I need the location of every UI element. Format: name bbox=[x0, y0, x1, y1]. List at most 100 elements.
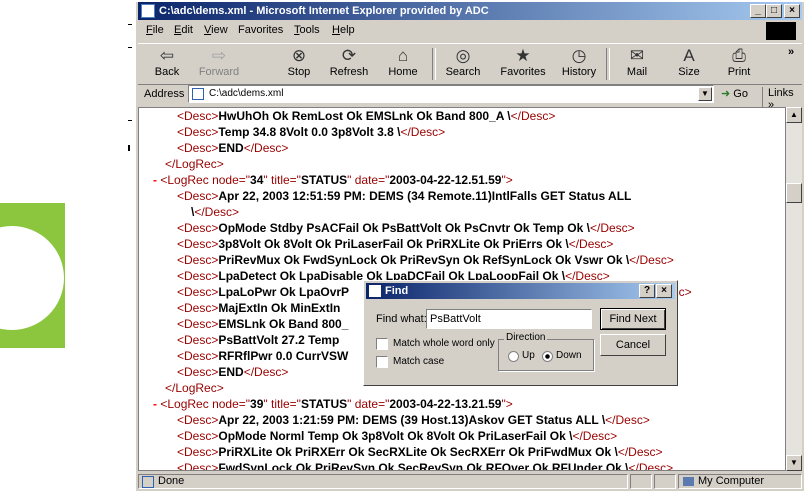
xml-line: - <LogRec node="39" title="STATUS" date=… bbox=[153, 397, 513, 411]
minimize-button[interactable]: _ bbox=[750, 4, 766, 18]
favorites-icon: ★ bbox=[515, 46, 531, 65]
zone-panel: My Computer bbox=[678, 474, 802, 489]
title-bar[interactable]: C:\adc\dems.xml - Microsoft Internet Exp… bbox=[138, 2, 802, 20]
decor-tick bbox=[128, 145, 130, 151]
window-title: C:\adc\dems.xml - Microsoft Internet Exp… bbox=[159, 5, 489, 17]
menu-view[interactable]: View bbox=[204, 24, 228, 36]
printer-icon: ⎙ bbox=[732, 46, 746, 65]
status-text-panel: Done bbox=[138, 474, 628, 489]
xml-line: - <LogRec node="34" title="STATUS" date=… bbox=[153, 173, 513, 187]
mail-icon: ✉ bbox=[629, 46, 645, 65]
maximize-button[interactable]: □ bbox=[766, 4, 782, 18]
direction-down-radio[interactable] bbox=[542, 351, 553, 362]
xml-line: <Desc>LpaLoPwr Ok LpaOvrP</Desc> bbox=[177, 285, 692, 299]
address-value: C:\adc\dems.xml bbox=[209, 88, 284, 99]
page-done-icon bbox=[142, 476, 154, 488]
menu-bar: File Edit View Favorites Tools Help bbox=[138, 21, 802, 41]
history-icon: ◷ bbox=[571, 46, 587, 65]
home-button[interactable]: ⌂ Home bbox=[378, 46, 428, 82]
collapse-toggle[interactable]: - bbox=[153, 173, 157, 187]
back-arrow-icon: ⇦ bbox=[159, 46, 175, 65]
xml-line: </LogRec> bbox=[165, 157, 224, 171]
xml-line: <Desc>END</Desc> bbox=[177, 141, 289, 155]
size-button[interactable]: A Size bbox=[664, 46, 714, 82]
ie-window: C:\adc\dems.xml - Microsoft Internet Exp… bbox=[136, 0, 804, 491]
scroll-up-icon[interactable]: ▲ bbox=[786, 107, 802, 123]
scroll-down-icon[interactable]: ▼ bbox=[786, 455, 802, 471]
xml-line: <Desc>HwUhOh Ok RemLost Ok EMSLnk Ok Ban… bbox=[177, 109, 556, 123]
refresh-icon: ⟳ bbox=[341, 46, 357, 65]
match-case-checkbox[interactable] bbox=[376, 356, 388, 368]
xml-line: <Desc>Apr 22, 2003 12:51:59 PM: DEMS (34… bbox=[177, 189, 632, 203]
xml-line: <Desc>FwdSynLock Ok PriRevSyn Ok SecRevS… bbox=[177, 461, 674, 471]
match-whole-word-checkbox[interactable] bbox=[376, 338, 388, 350]
xml-line: <Desc>OpMode Norml Temp Ok 3p8Volt Ok 8V… bbox=[177, 429, 618, 443]
address-input[interactable]: C:\adc\dems.xml ▼ bbox=[188, 85, 714, 103]
close-button[interactable]: × bbox=[784, 4, 800, 18]
text-size-icon: A bbox=[683, 46, 695, 65]
xml-line: <Desc>PriRXLite Ok PriRXErr Ok SecRXLite… bbox=[177, 445, 663, 459]
back-button[interactable]: ⇦ Back bbox=[142, 46, 192, 82]
direction-label: Direction bbox=[504, 332, 548, 343]
find-close-button[interactable]: × bbox=[656, 284, 672, 298]
direction-up-label: Up bbox=[522, 350, 535, 361]
toolbar: ⇦ Back ⇨ Forward ⊗ Stop ⟳ Refresh ⌂ Home ◎ Sea… bbox=[138, 43, 802, 85]
xml-line: <Desc>RFRflPwr 0.0 CurrVSW bbox=[177, 349, 349, 363]
ie-page-icon bbox=[141, 4, 155, 18]
decor-tick bbox=[128, 24, 132, 25]
find-icon bbox=[369, 285, 381, 297]
decor-tick bbox=[128, 120, 132, 121]
collapse-toggle[interactable]: - bbox=[153, 397, 157, 411]
address-bar: Address C:\adc\dems.xml ▼ ➜ Go Links » bbox=[138, 84, 802, 111]
menu-tools[interactable]: Tools bbox=[294, 24, 320, 36]
match-case-label: Match case bbox=[393, 356, 445, 367]
find-next-button[interactable]: Find Next bbox=[600, 308, 666, 330]
direction-up-radio[interactable] bbox=[508, 351, 519, 362]
find-what-input[interactable]: PsBattVolt bbox=[426, 309, 592, 329]
go-button[interactable]: ➜ Go bbox=[721, 87, 748, 100]
cancel-button[interactable]: Cancel bbox=[600, 334, 666, 356]
page-icon bbox=[192, 88, 204, 100]
xml-line: <Desc>END</Desc> bbox=[177, 365, 289, 379]
find-dialog: Find ? × Find what: PsBattVolt Find Next… bbox=[363, 280, 678, 386]
toolbar-separator bbox=[606, 48, 610, 80]
chevron-down-icon[interactable]: ▼ bbox=[698, 87, 712, 101]
computer-icon bbox=[683, 477, 694, 486]
decor-tick bbox=[128, 47, 132, 48]
help-button[interactable]: ? bbox=[639, 284, 655, 298]
stop-icon: ⊗ bbox=[291, 46, 307, 65]
xml-line: <Desc>Apr 22, 2003 1:21:59 PM: DEMS (39 … bbox=[177, 413, 650, 427]
xml-line: <Desc>OpMode Stdby PsACFail Ok PsBattVol… bbox=[177, 221, 635, 235]
find-title-bar[interactable]: Find ? × bbox=[366, 283, 675, 299]
forward-button[interactable]: ⇨ Forward bbox=[194, 46, 244, 82]
address-label: Address bbox=[144, 88, 185, 100]
search-button[interactable]: ◎ Search bbox=[438, 46, 488, 82]
go-arrow-icon: ➜ bbox=[721, 88, 731, 100]
toolbar-separator bbox=[432, 48, 436, 80]
menu-file[interactable]: File bbox=[146, 24, 164, 36]
toolbar-more-chevron[interactable]: » bbox=[788, 46, 794, 58]
status-panel bbox=[654, 474, 676, 489]
favorites-button[interactable]: ★ Favorites bbox=[494, 46, 552, 82]
menu-favorites[interactable]: Favorites bbox=[238, 24, 283, 36]
direction-down-label: Down bbox=[556, 350, 582, 361]
print-button[interactable]: ⎙ Print bbox=[714, 46, 764, 82]
vertical-scrollbar[interactable]: ▲ ▼ bbox=[786, 107, 802, 471]
menu-edit[interactable]: Edit bbox=[174, 24, 193, 36]
mail-button[interactable]: ✉ Mail bbox=[612, 46, 662, 82]
xml-line: <Desc>PriRevMux Ok FwdSynLock Ok PriRevS… bbox=[177, 253, 674, 267]
xml-line: <Desc>EMSLnk Ok Band 800_ bbox=[177, 317, 349, 331]
menu-help[interactable]: Help bbox=[332, 24, 355, 36]
stop-button[interactable]: ⊗ Stop bbox=[274, 46, 324, 82]
forward-arrow-icon: ⇨ bbox=[211, 46, 227, 65]
home-icon: ⌂ bbox=[397, 46, 409, 65]
xml-line: <Desc>Temp 34.8 8Volt 0.0 3p8Volt 3.8 \<… bbox=[177, 125, 446, 139]
refresh-button[interactable]: ⟳ Refresh bbox=[324, 46, 374, 82]
history-button[interactable]: ◷ History bbox=[554, 46, 604, 82]
xml-line: <Desc>PsBattVolt 27.2 Temp bbox=[177, 333, 340, 347]
windows-logo-icon bbox=[766, 22, 796, 40]
status-bar: Done My Computer bbox=[138, 472, 802, 491]
find-what-label: Find what: bbox=[376, 313, 427, 325]
scroll-thumb[interactable] bbox=[786, 183, 802, 203]
status-panel bbox=[630, 474, 652, 489]
